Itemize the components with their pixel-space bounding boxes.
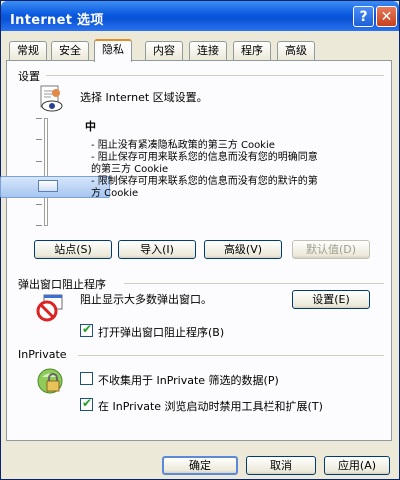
inprivate-icon	[37, 368, 63, 394]
help-button[interactable]: ?	[353, 6, 374, 27]
title-bar[interactable]: Internet 选项 ? ✕	[1, 1, 399, 31]
apply-button[interactable]: 应用(A)	[324, 456, 390, 475]
tab-advanced[interactable]: 高级	[277, 41, 315, 60]
disable-toolbars-checkbox[interactable]: ✔	[80, 396, 93, 411]
sites-button[interactable]: 站点(S)	[34, 240, 112, 259]
tab-strip: 常规 安全 隐私 内容 连接 程序 高级	[7, 39, 393, 62]
popup-blocker-icon	[36, 294, 63, 322]
tab-security[interactable]: 安全	[51, 41, 89, 60]
tab-programs[interactable]: 程序	[233, 41, 271, 60]
settings-divider	[46, 75, 384, 76]
advanced-button[interactable]: 高级(V)	[204, 240, 282, 259]
zone-instruction: 选择 Internet 区域设置。	[80, 91, 208, 104]
default-button[interactable]: 默认值(D)	[292, 240, 370, 259]
slider-rail	[44, 118, 48, 226]
level-description-line: - 阻止保存可用来联系您的信息而没有您的明确同意	[91, 152, 318, 163]
slider-thumb[interactable]	[38, 180, 58, 192]
privacy-level-slider[interactable]	[36, 118, 58, 226]
privacy-level-label: 中	[85, 120, 96, 133]
slider-tick	[36, 139, 42, 140]
inprivate-header: InPrivate	[18, 348, 67, 361]
inprivate-filtering-checkbox[interactable]	[80, 372, 93, 385]
ok-button[interactable]: 确定	[162, 456, 238, 475]
tab-content[interactable]: 内容	[145, 41, 183, 60]
tab-privacy[interactable]: 隐私	[94, 39, 132, 62]
close-button[interactable]: ✕	[376, 6, 397, 27]
inprivate-divider	[78, 355, 384, 356]
popup-description: 阻止显示大多数弹出窗口。	[80, 293, 212, 306]
privacy-document-icon	[40, 85, 63, 112]
popup-settings-button[interactable]: 设置(E)	[292, 290, 370, 309]
popup-divider	[124, 283, 384, 284]
cancel-button[interactable]: 取消	[246, 456, 316, 475]
tab-connections[interactable]: 连接	[189, 41, 227, 60]
popup-blocker-checkbox[interactable]: ✔	[80, 322, 93, 337]
disable-toolbars-label: 在 InPrivate 浏览启动时禁用工具栏和扩展(T)	[98, 400, 323, 413]
popup-blocker-header: 弹出窗口阻止程序	[18, 278, 106, 291]
import-button[interactable]: 导入(I)	[118, 240, 196, 259]
window-title: Internet 选项	[10, 13, 104, 28]
level-description-line: 的第三方 Cookie	[91, 164, 169, 175]
slider-tick	[36, 161, 42, 162]
slider-tick	[36, 225, 42, 226]
slider-tick	[36, 118, 42, 119]
slider-tick	[36, 204, 42, 205]
level-description-line: 方 Cookie	[91, 188, 139, 199]
inprivate-filtering-label: 不收集用于 InPrivate 筛选的数据(P)	[98, 374, 279, 387]
level-description-line: - 限制保存可用来联系您的信息而没有您的默许的第	[91, 176, 318, 187]
checkmark-icon: ✔	[82, 396, 93, 410]
settings-header: 设置	[18, 70, 40, 83]
tab-general[interactable]: 常规	[9, 41, 47, 60]
popup-blocker-label: 打开弹出窗口阻止程序(B)	[98, 326, 225, 339]
level-description-line: - 阻止没有紧凑隐私政策的第三方 Cookie	[91, 140, 275, 151]
checkmark-icon: ✔	[82, 322, 93, 336]
